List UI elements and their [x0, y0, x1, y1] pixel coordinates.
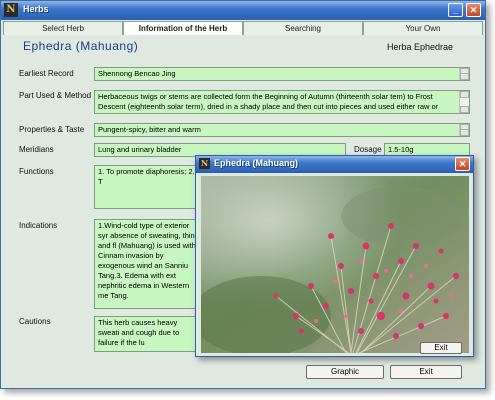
image-popup-window: N Ephedra (Mahuang) ✕ Exit	[195, 155, 474, 357]
tab-your-own[interactable]: Your Own	[363, 21, 483, 35]
earliest-record-value: Shennong Bencao Jing	[98, 69, 176, 78]
scrollbar[interactable]	[459, 124, 469, 136]
cautions-value: This herb causes heavy sweati and cough …	[98, 318, 180, 347]
dosage-value: 1.5-10g	[388, 145, 414, 154]
close-button[interactable]: ✕	[466, 3, 481, 17]
graphic-button[interactable]: Graphic	[306, 365, 384, 379]
ephedra-plant-image	[201, 176, 469, 353]
earliest-record-field[interactable]: Shennong Bencao Jing	[94, 67, 470, 81]
herb-photo	[201, 176, 469, 353]
tab-information-of-herb[interactable]: Information of the Herb	[123, 21, 243, 35]
dosage-label: Dosage	[354, 145, 382, 154]
part-used-field[interactable]: Herbaceous twigs or stems are collected …	[94, 90, 470, 114]
part-used-value: Herbaceous twigs or stems are collected …	[98, 92, 439, 113]
functions-field[interactable]: 1. To promote diaphoresis; 2. T	[94, 165, 204, 209]
functions-label: Functions	[19, 167, 54, 176]
minimize-button[interactable]: _	[448, 3, 463, 17]
herb-name: Ephedra (Mahuang)	[23, 39, 139, 53]
popup-exit-button[interactable]: Exit	[420, 342, 462, 354]
popup-title: Ephedra (Mahuang)	[214, 158, 299, 168]
indications-label: Indications	[19, 221, 58, 230]
tab-select-herb[interactable]: Select Herb	[3, 21, 123, 35]
earliest-record-label: Earliest Record	[19, 69, 74, 78]
tab-searching[interactable]: Searching	[243, 21, 363, 35]
exit-button[interactable]: Exit	[390, 365, 462, 379]
popup-close-button[interactable]: ✕	[455, 157, 470, 171]
meridians-value: Lung and urinary bladder	[98, 145, 182, 154]
scrollbar[interactable]	[459, 91, 469, 113]
indications-value: 1.Wind-cold type of exterior syr absence…	[98, 221, 196, 300]
scrollbar[interactable]	[459, 68, 469, 80]
cautions-label: Cautions	[19, 317, 51, 326]
popup-title-bar[interactable]: N Ephedra (Mahuang) ✕	[196, 156, 473, 173]
app-icon: N	[4, 3, 18, 17]
part-used-label: Part Used & Method	[19, 91, 92, 100]
cautions-field[interactable]: This herb causes heavy sweati and cough …	[94, 316, 204, 352]
meridians-label: Meridians	[19, 145, 54, 154]
indications-field[interactable]: 1.Wind-cold type of exterior syr absence…	[94, 219, 204, 309]
properties-label: Properties & Taste	[19, 125, 85, 134]
properties-value: Pungent-spicy, bitter and warm	[98, 125, 201, 134]
title-bar[interactable]: N Herbs _ ✕	[1, 1, 485, 20]
tab-bar: Select Herb Information of the Herb Sear…	[3, 21, 483, 35]
popup-app-icon: N	[199, 158, 210, 169]
window-title: Herbs	[23, 4, 49, 14]
herb-latin-name: Herba Ephedrae	[387, 42, 454, 52]
functions-value: 1. To promote diaphoresis; 2. T	[98, 167, 195, 186]
properties-field[interactable]: Pungent-spicy, bitter and warm	[94, 123, 470, 137]
